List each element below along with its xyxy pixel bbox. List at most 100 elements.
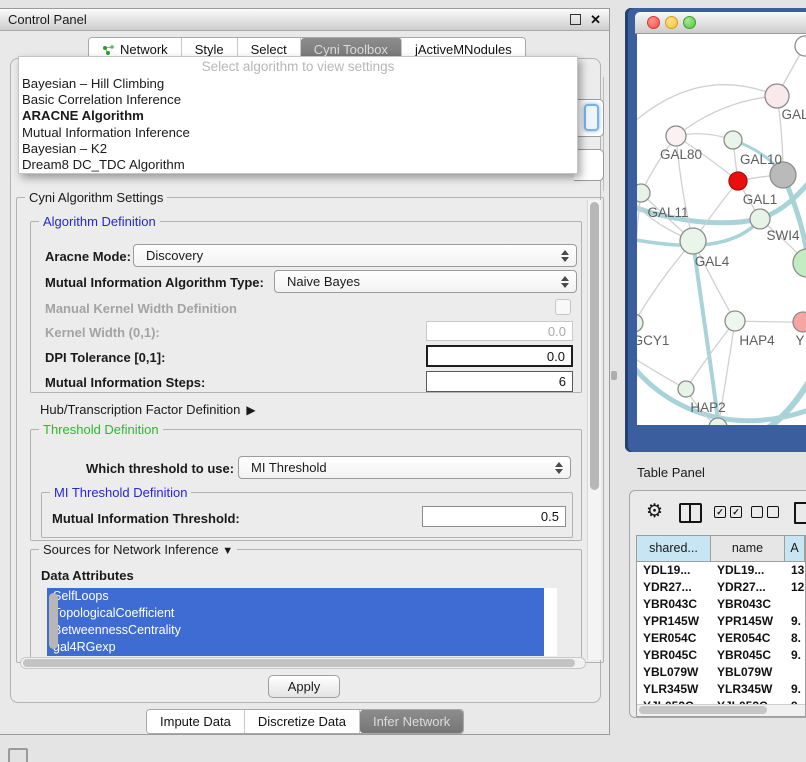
algorithm-dropdown-placeholder[interactable]: Select algorithm to view settings [19,57,577,76]
apply-button[interactable]: Apply [268,675,340,698]
network-node-hap4[interactable] [725,311,745,331]
network-node[interactable] [795,36,806,56]
network-edge[interactable] [637,352,686,389]
algorithm-definition-title: Algorithm Definition [39,214,160,229]
network-node-gcy1[interactable] [637,314,643,332]
algorithm-option[interactable]: Bayesian – K2 [19,141,577,157]
table-horizontal-scrollbar[interactable] [637,704,805,716]
settings-scroll-thumb[interactable] [590,202,599,490]
table-cell: YBL079W [711,664,785,681]
settings-hscroll-thumb[interactable] [23,659,575,667]
export-table-icon[interactable] [794,502,806,524]
close-icon[interactable]: ✕ [590,13,601,26]
close-traffic-light[interactable] [647,16,660,29]
network-window-titlebar[interactable] [635,12,806,34]
column-header[interactable]: A [785,536,805,561]
combo-fragment[interactable] [574,149,604,181]
aracne-mode-value: Discovery [146,248,203,263]
algorithm-option[interactable]: ARACNE Algorithm [19,108,577,124]
table-row[interactable]: YBL079WYBL079W [637,664,805,681]
tab-impute-data[interactable]: Impute Data [147,710,245,733]
mi-steps-field[interactable]: 6 [426,371,573,392]
network-node-y[interactable] [793,312,806,332]
data-attribute-item[interactable]: BetweennessCentrality [47,622,544,639]
node-label: GAL10 [740,152,782,167]
table-row[interactable]: YDL19...YDL19...13 [637,562,805,579]
network-node-swi4[interactable] [750,209,770,229]
table-row[interactable]: YLR345WYLR345W9. [637,681,805,698]
column-header[interactable]: name [711,536,785,561]
combo-spinner-focused[interactable] [584,104,599,131]
network-edge[interactable] [637,85,777,130]
which-threshold-combobox[interactable]: MI Threshold [238,456,571,479]
columns-icon[interactable] [679,503,702,523]
algorithm-option[interactable]: Mutual Information Inference [19,125,577,141]
network-edge[interactable] [676,96,777,136]
splitter-grip[interactable] [611,371,617,380]
network-node[interactable] [793,249,806,277]
network-edge[interactable] [637,241,693,323]
table-header-row: shared...nameA [637,536,805,562]
select-all-columns-icon[interactable]: ✓ ✓ [714,506,742,518]
table-cell: YDR27... [637,579,711,596]
network-node-hap2[interactable] [678,381,694,397]
node-label: GAL1 [743,192,778,207]
table-row[interactable]: YPR145WYPR145W9. [637,613,805,630]
network-node-gal[interactable] [765,84,789,108]
algorithm-option[interactable]: Basic Correlation Inference [19,92,577,108]
table-cell: YLR345W [637,681,711,698]
minimized-panel-icon[interactable] [8,748,28,762]
hub-definition-expander[interactable]: Hub/Transcription Factor Definition ▶ [40,402,256,417]
combo-fragment-focused[interactable] [574,99,604,137]
data-attribute-item[interactable]: TopologicalCoefficient [47,605,544,622]
network-node-gal4[interactable] [680,228,706,254]
network-node-gal10[interactable] [724,131,742,149]
network-canvas[interactable]: GALGAL80GAL10GAL1GAL11SWI4GAL4GCY1HAP4YH… [637,34,806,425]
apply-button-label: Apply [288,679,321,694]
network-node-gal1[interactable] [729,172,747,190]
column-header[interactable]: shared... [637,536,711,561]
mi-type-combobox[interactable]: Naive Bayes [274,270,577,293]
table-row[interactable]: YDR27...YDR27...12 [637,579,805,596]
expand-arrow-icon[interactable]: ▶ [246,403,255,417]
settings-vertical-scrollbar[interactable] [587,200,601,660]
algorithm-option[interactable]: Bayesian – Hill Climbing [19,76,577,92]
table-row[interactable]: YBR043CYBR043C [637,596,805,613]
zoom-traffic-light[interactable] [683,16,696,29]
data-attribute-item[interactable]: gal4RGexp [47,639,544,656]
network-edge[interactable] [637,193,641,323]
deselect-all-columns-icon[interactable] [751,506,779,518]
float-panel-icon[interactable] [570,14,581,25]
node-label: GAL [781,107,806,122]
table-row[interactable]: YBR045CYBR045C9. [637,647,805,664]
control-panel-titlebar[interactable]: Control Panel ✕ [0,9,609,31]
algorithm-dropdown-popup: Select algorithm to view settings Bayesi… [18,56,578,174]
tab-infer-network[interactable]: Infer Network [360,710,463,733]
table-hscroll-thumb[interactable] [639,706,767,714]
data-attribute-item[interactable]: SelfLoops [47,588,544,605]
table-cell: YBL079W [637,664,711,681]
network-node-gal80[interactable] [666,126,686,146]
settings-horizontal-scrollbar[interactable] [20,657,586,669]
control-panel-window: Control Panel ✕ NetworkStyleSelectCyni T… [0,8,610,735]
table-cell: 13 [785,562,805,579]
collapse-arrow-icon[interactable]: ▼ [222,545,233,557]
algorithm-option[interactable]: Dream8 DC_TDC Algorithm [19,157,577,173]
gear-icon[interactable]: ⚙ [646,499,663,525]
aracne-mode-combobox[interactable]: Discovery [133,244,577,267]
node-label: GAL11 [647,205,688,220]
manual-kernel-checkbox[interactable] [555,299,571,315]
mi-threshold-field[interactable]: 0.5 [422,506,566,527]
attributes-scroll-thumb[interactable] [49,593,58,649]
kernel-width-field[interactable]: 0.0 [426,321,573,341]
table-row[interactable]: YER054CYER054C8. [637,630,805,647]
minimize-traffic-light[interactable] [665,16,678,29]
table-cell: YBR043C [637,596,711,613]
network-view-window[interactable]: GALGAL80GAL10GAL1GAL11SWI4GAL4GCY1HAP4YH… [625,8,806,452]
mi-threshold-group-title: MI Threshold Definition [50,485,191,500]
hub-definition-label: Hub/Transcription Factor Definition [40,402,240,417]
dpi-tolerance-field[interactable]: 0.0 [426,345,573,367]
table-panel-title: Table Panel [637,465,705,480]
network-node-gal11[interactable] [637,184,650,202]
tab-discretize-data[interactable]: Discretize Data [245,710,360,733]
